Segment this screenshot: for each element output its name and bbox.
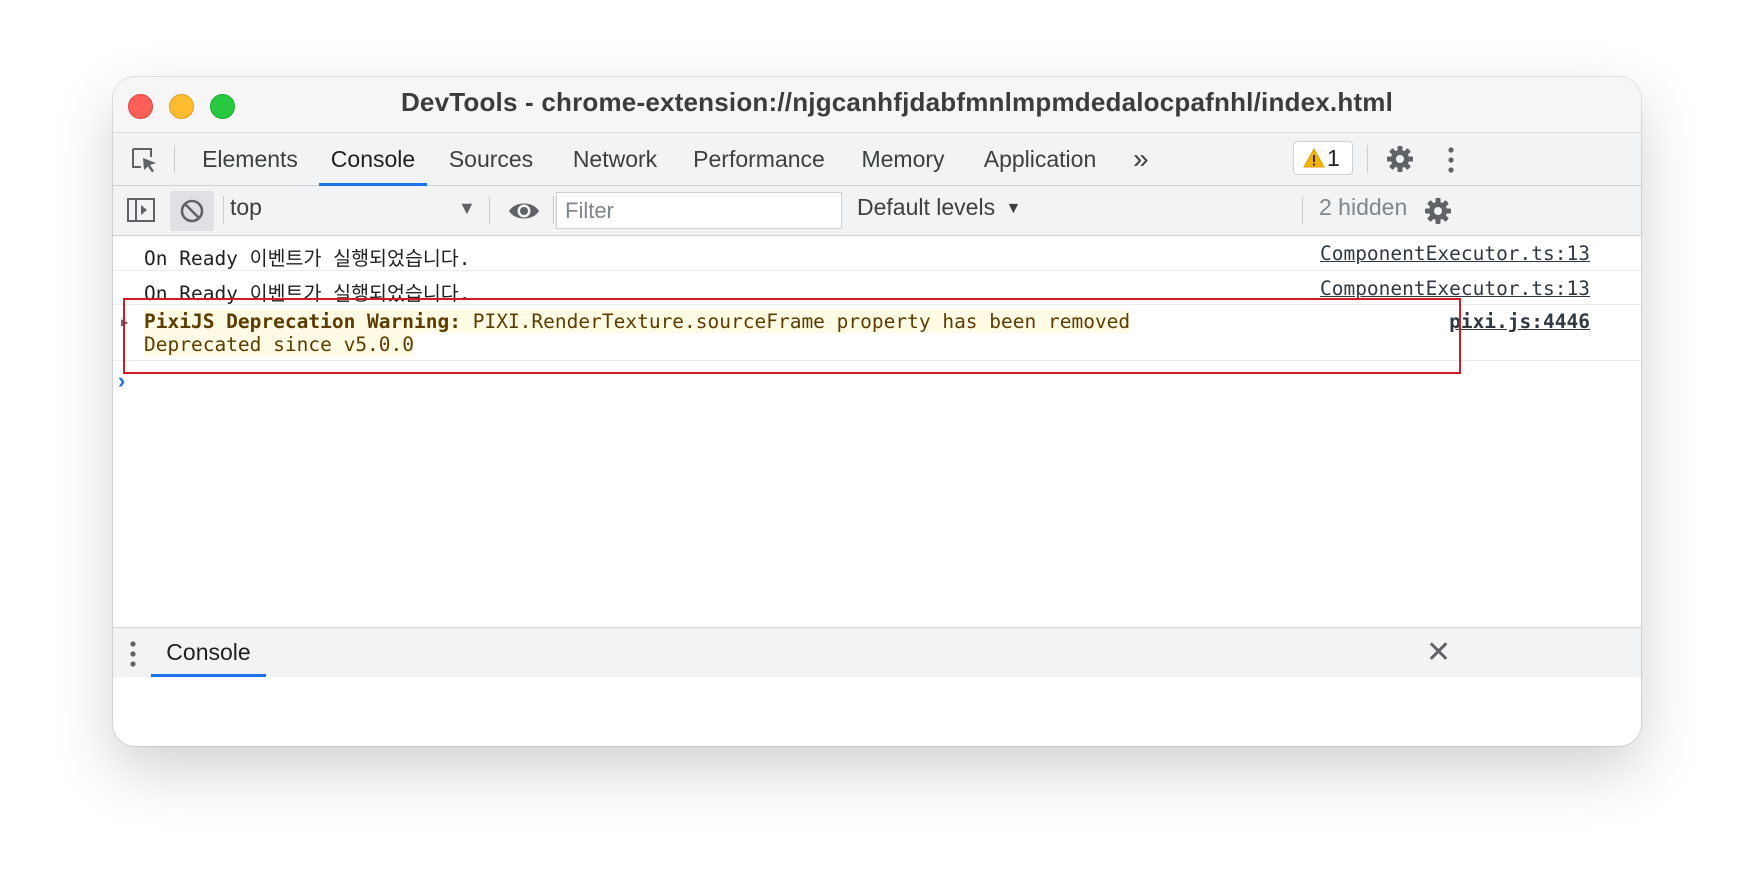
divider <box>553 196 554 224</box>
tab-performance[interactable]: Performance <box>689 133 829 185</box>
warnings-count: 1 <box>1327 145 1340 171</box>
highlight-box <box>123 298 1461 374</box>
js-context-select[interactable]: top <box>230 194 262 221</box>
drawer-tab-console[interactable]: Console <box>151 628 266 677</box>
tab-network[interactable]: Network <box>565 133 665 185</box>
divider <box>223 196 224 224</box>
tab-memory[interactable]: Memory <box>855 133 951 185</box>
warnings-badge[interactable]: 1 <box>1293 141 1353 175</box>
block-icon <box>180 199 204 223</box>
main-tab-bar: Elements Console Sources Network Perform… <box>113 132 1641 186</box>
filter-input[interactable] <box>556 192 842 229</box>
divider <box>1302 196 1303 224</box>
console-toolbar: top ▼ Default levels ▼ 2 hidden <box>113 186 1641 236</box>
live-expression-eye-icon[interactable] <box>507 199 541 223</box>
source-link[interactable]: ComponentExecutor.ts:13 <box>1320 242 1590 265</box>
hidden-messages-count[interactable]: 2 hidden <box>1319 194 1407 221</box>
warning-triangle-icon <box>1303 148 1325 168</box>
customize-menu-icon[interactable] <box>1447 145 1455 175</box>
sidebar-toggle-icon[interactable] <box>127 198 155 222</box>
log-levels-dropdown[interactable]: Default levels ▼ <box>857 194 1021 221</box>
drawer-menu-icon[interactable] <box>129 639 137 669</box>
divider <box>1367 145 1368 173</box>
more-tabs-icon[interactable]: » <box>1133 144 1149 174</box>
close-drawer-icon[interactable]: ✕ <box>1426 638 1451 668</box>
dropdown-arrow-icon: ▼ <box>1005 200 1022 217</box>
source-link[interactable]: ComponentExecutor.ts:13 <box>1320 277 1590 300</box>
divider <box>174 145 175 173</box>
source-link[interactable]: pixi.js:4446 <box>1449 310 1590 333</box>
title-bar: DevTools - chrome-extension://njgcanhfjd… <box>113 77 1641 132</box>
message-text: On Ready 이벤트가 실행되었습니다. <box>144 247 471 270</box>
tab-console[interactable]: Console <box>319 133 427 186</box>
clear-console-button[interactable] <box>170 191 214 231</box>
devtools-window: DevTools - chrome-extension://njgcanhfjd… <box>113 77 1641 746</box>
console-prompt-icon[interactable]: › <box>118 368 125 394</box>
tab-application[interactable]: Application <box>976 133 1104 185</box>
bottom-drawer: Console ✕ <box>113 627 1641 677</box>
console-settings-gear-icon[interactable] <box>1423 196 1453 226</box>
log-levels-label: Default levels <box>857 194 996 220</box>
console-message: On Ready 이벤트가 실행되었습니다. ComponentExecutor… <box>113 236 1641 271</box>
window-title: DevTools - chrome-extension://njgcanhfjd… <box>400 87 1394 117</box>
tab-sources[interactable]: Sources <box>443 133 539 185</box>
dropdown-arrow-icon[interactable]: ▼ <box>458 198 476 219</box>
console-messages: On Ready 이벤트가 실행되었습니다. ComponentExecutor… <box>113 236 1641 638</box>
inspect-element-icon[interactable] <box>129 145 159 175</box>
tab-elements[interactable]: Elements <box>195 133 305 185</box>
divider <box>489 196 490 224</box>
settings-gear-icon[interactable] <box>1385 144 1415 174</box>
